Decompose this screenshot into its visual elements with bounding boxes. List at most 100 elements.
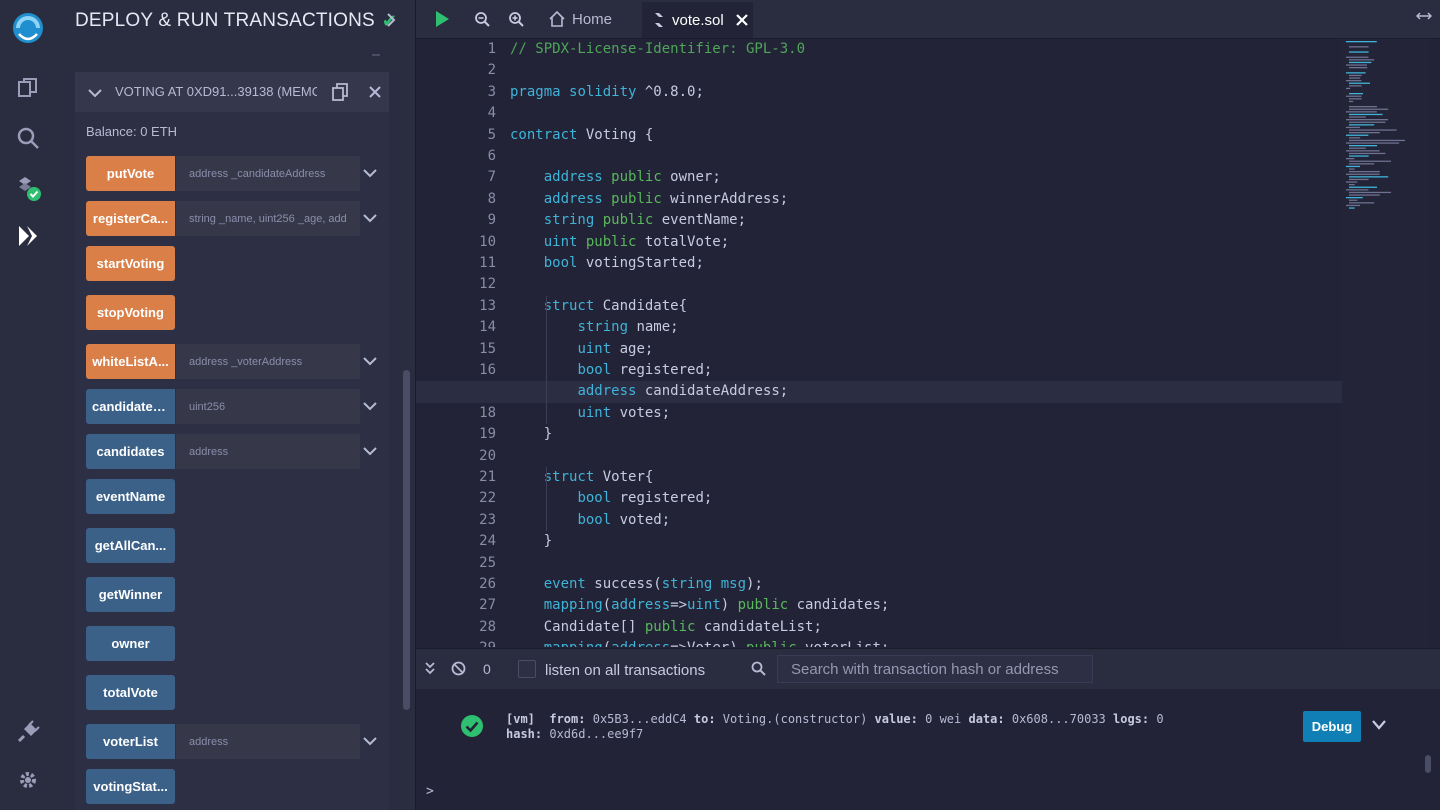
code-line[interactable]: mapping(address=>uint) public candidates… bbox=[510, 595, 1344, 616]
collapse-terminal-icon[interactable] bbox=[424, 661, 436, 675]
panel-scrollbar[interactable] bbox=[403, 370, 410, 710]
code-line[interactable]: contract Voting { bbox=[510, 125, 1344, 146]
terminal-prompt[interactable]: > bbox=[426, 784, 434, 799]
expand-horizontal-icon[interactable] bbox=[1416, 10, 1432, 22]
expand-tx-chevron-icon[interactable] bbox=[1372, 720, 1386, 730]
minimap-line bbox=[1349, 178, 1369, 181]
function-button[interactable]: owner bbox=[86, 626, 175, 661]
expand-args-chevron-icon[interactable] bbox=[362, 353, 378, 369]
copy-icon[interactable] bbox=[331, 83, 349, 101]
code-token: uint bbox=[687, 597, 721, 614]
expand-args-chevron-icon[interactable] bbox=[362, 210, 378, 226]
function-button[interactable]: startVoting bbox=[86, 246, 175, 281]
function-button[interactable]: voterList bbox=[86, 724, 175, 759]
expand-args-chevron-icon[interactable] bbox=[362, 443, 378, 459]
terminal-scrollbar[interactable] bbox=[1425, 755, 1431, 773]
code-line[interactable]: uint public totalVote; bbox=[510, 232, 1344, 253]
code-line[interactable]: Candidate[] public candidateList; bbox=[510, 617, 1344, 638]
code-line[interactable]: event success(string msg); bbox=[510, 574, 1344, 595]
search-icon[interactable] bbox=[8, 118, 48, 158]
minimap-line bbox=[1349, 51, 1369, 53]
code-line[interactable]: } bbox=[510, 531, 1344, 552]
function-arg-input[interactable] bbox=[176, 201, 360, 236]
plugin-manager-icon[interactable] bbox=[8, 712, 48, 752]
zoom-in-icon[interactable] bbox=[506, 9, 526, 29]
expand-args-chevron-icon[interactable] bbox=[362, 733, 378, 749]
deployed-contract-instance: VOTING AT 0XD91...39138 (MEMORY) Balance… bbox=[75, 72, 389, 810]
code-line[interactable]: bool registered; bbox=[510, 360, 1344, 381]
minimap-line bbox=[1349, 160, 1391, 162]
close-tab-icon[interactable] bbox=[735, 14, 748, 26]
function-arg-input[interactable] bbox=[176, 724, 360, 759]
deploy-run-icon[interactable] bbox=[8, 216, 48, 256]
function-button[interactable]: getWinner bbox=[86, 577, 175, 612]
line-number: 11 bbox=[479, 255, 496, 271]
debug-button[interactable]: Debug bbox=[1303, 711, 1361, 742]
settings-gear-icon[interactable] bbox=[8, 760, 48, 800]
remix-logo-icon[interactable] bbox=[8, 8, 48, 48]
minimap[interactable] bbox=[1342, 39, 1428, 219]
code-line[interactable]: pragma solidity ^0.8.0; bbox=[510, 82, 1344, 103]
tx-tag: [vm] bbox=[506, 712, 535, 726]
code-line[interactable]: bool registered; bbox=[510, 488, 1344, 509]
function-button[interactable]: totalVote bbox=[86, 675, 175, 710]
code-editor[interactable]: 1234567891011121314151617181920212223242… bbox=[416, 39, 1440, 647]
function-button[interactable]: eventName bbox=[86, 479, 175, 514]
function-row: registerCa... bbox=[86, 201, 378, 236]
code-line[interactable]: struct Candidate{ bbox=[510, 296, 1344, 317]
code-line[interactable]: address candidateAddress; bbox=[416, 381, 1344, 403]
close-icon[interactable] bbox=[369, 86, 381, 98]
function-button[interactable]: whiteListA... bbox=[86, 344, 175, 379]
code-line[interactable]: address public owner; bbox=[510, 167, 1344, 188]
code-line[interactable]: uint age; bbox=[510, 339, 1344, 360]
line-number: 29 bbox=[416, 638, 496, 647]
code-token: bool bbox=[577, 511, 612, 528]
code-line[interactable]: // SPDX-License-Identifier: GPL-3.0 bbox=[510, 39, 1344, 60]
expand-args-chevron-icon[interactable] bbox=[362, 165, 378, 181]
chevron-right-icon[interactable] bbox=[383, 12, 399, 28]
code-line[interactable]: bool voted; bbox=[510, 510, 1344, 531]
tx-search-input[interactable] bbox=[777, 655, 1093, 683]
code-line[interactable]: bool votingStarted; bbox=[510, 253, 1344, 274]
tab-home[interactable]: Home bbox=[548, 0, 612, 38]
expand-args-chevron-icon[interactable] bbox=[362, 398, 378, 414]
function-button[interactable]: candidates bbox=[86, 434, 175, 469]
play-run-icon[interactable] bbox=[432, 9, 452, 29]
code-line[interactable]: uint votes; bbox=[510, 403, 1344, 424]
tab-vote-sol[interactable]: vote.sol bbox=[642, 2, 753, 38]
code-line[interactable] bbox=[510, 446, 1344, 467]
code-line[interactable] bbox=[510, 103, 1344, 124]
code-line[interactable] bbox=[510, 146, 1344, 167]
listen-checkbox[interactable] bbox=[518, 660, 536, 678]
function-arg-input[interactable] bbox=[176, 389, 360, 424]
zoom-out-icon[interactable] bbox=[472, 9, 492, 29]
code-line[interactable]: struct Voter{ bbox=[510, 467, 1344, 488]
file-explorer-icon[interactable] bbox=[8, 68, 48, 108]
chevron-down-icon[interactable] bbox=[87, 85, 103, 101]
function-row: whiteListA... bbox=[86, 344, 378, 379]
tx-summary[interactable]: [vm] from: 0x5B3...eddC4 to: Voting.(con… bbox=[506, 712, 1164, 726]
code-line[interactable] bbox=[510, 60, 1344, 81]
function-button[interactable]: votingStat... bbox=[86, 769, 175, 804]
code-line[interactable]: mapping(address=>Voter) public voterList… bbox=[510, 638, 1344, 647]
function-arg-input[interactable] bbox=[176, 156, 360, 191]
function-arg-input[interactable] bbox=[176, 434, 360, 469]
clear-console-icon[interactable] bbox=[451, 661, 466, 676]
function-button[interactable]: candidateL... bbox=[86, 389, 175, 424]
function-button[interactable]: getAllCan... bbox=[86, 528, 175, 563]
function-button[interactable]: putVote bbox=[86, 156, 175, 191]
code-line[interactable]: string name; bbox=[510, 317, 1344, 338]
function-arg-input[interactable] bbox=[176, 344, 360, 379]
code-line[interactable]: } bbox=[510, 424, 1344, 445]
minimap-line bbox=[1349, 132, 1380, 134]
code-line[interactable] bbox=[510, 274, 1344, 295]
function-button[interactable]: registerCa... bbox=[86, 201, 175, 236]
tx-data-value: 0x608...70033 bbox=[1011, 712, 1106, 726]
code-line[interactable]: address public winnerAddress; bbox=[510, 189, 1344, 210]
search-icon bbox=[751, 661, 766, 676]
solidity-compiler-icon[interactable] bbox=[8, 168, 48, 208]
code-line[interactable]: string public eventName; bbox=[510, 210, 1344, 231]
code-line[interactable] bbox=[510, 553, 1344, 574]
function-button[interactable]: stopVoting bbox=[86, 295, 175, 330]
instance-title[interactable]: VOTING AT 0XD91...39138 (MEMORY) bbox=[115, 84, 317, 99]
